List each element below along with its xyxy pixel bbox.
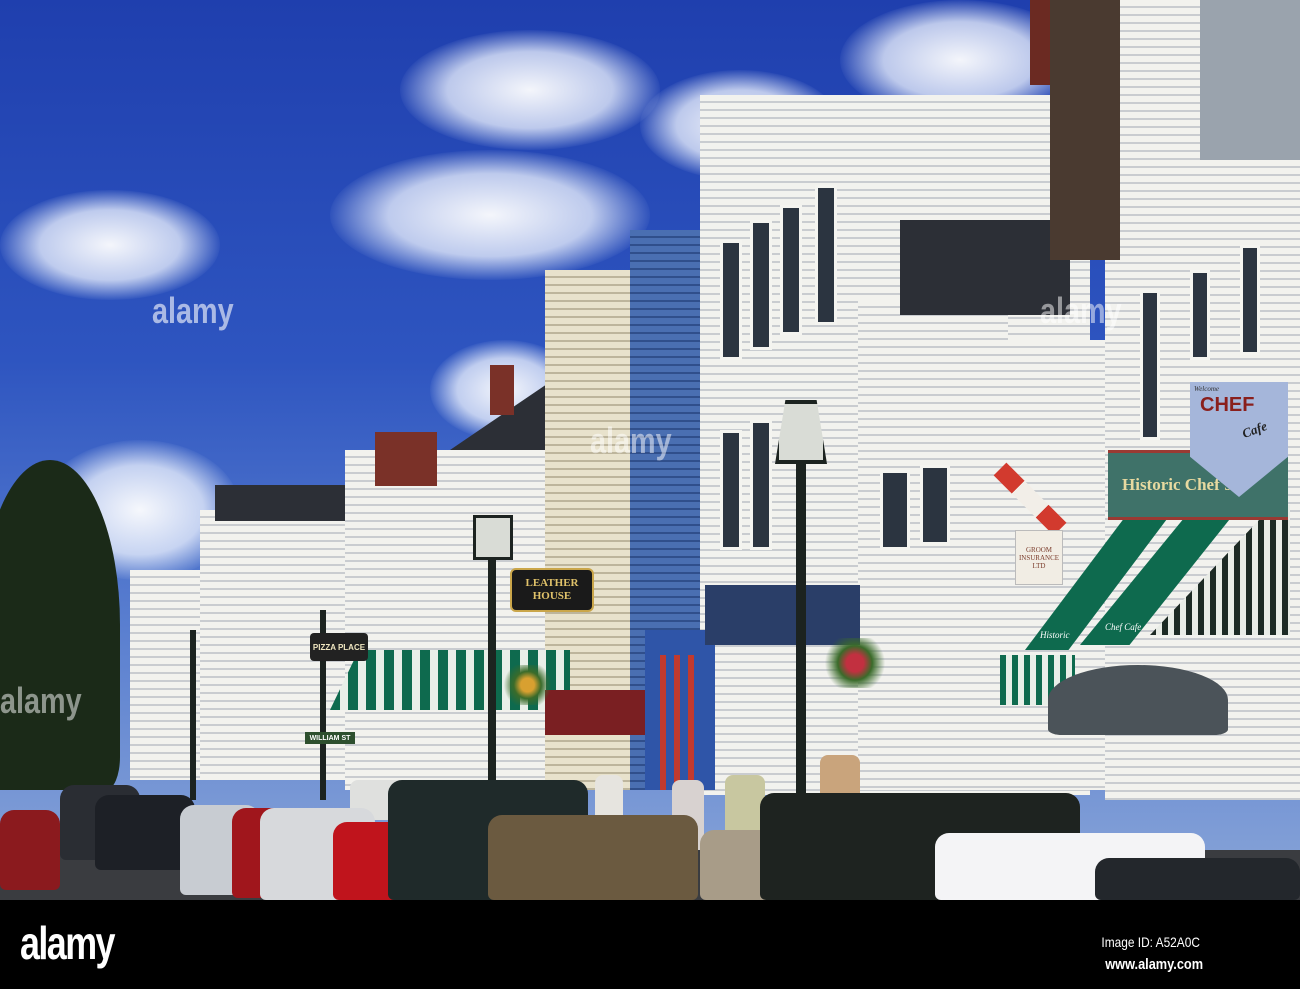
footer-bar: alamy Image ID: A52A0C www.alamy.com [0, 900, 1300, 989]
window [750, 420, 772, 550]
sign-text: PIZZA PLACE [312, 642, 366, 652]
awning-text: Historic [1040, 630, 1070, 640]
car [488, 815, 698, 900]
site-url: www.alamy.com [1105, 956, 1203, 973]
metal-roof [1200, 0, 1300, 160]
lamp-post [796, 460, 806, 820]
sign-text: GROOM INSURANCE LTD [1018, 545, 1060, 570]
sign-text: Cafe [1240, 418, 1269, 441]
cloud [330, 150, 650, 280]
awning-text: Chef Cafe [1105, 622, 1142, 632]
alamy-logo: alamy [20, 917, 116, 969]
car [0, 810, 60, 890]
window [750, 220, 772, 350]
window [1190, 270, 1210, 360]
storefront-columns [660, 655, 700, 790]
chimney [490, 365, 514, 415]
sign-text: CHEF [1200, 394, 1255, 416]
cloud [400, 30, 660, 150]
pizza-place-sign: PIZZA PLACE [310, 633, 368, 661]
sign-text: Historic Chef's [1122, 475, 1232, 494]
watermark: alamy [152, 290, 234, 331]
image-id: Image ID: A52A0C [1101, 934, 1200, 950]
window [920, 465, 950, 545]
storefront-sign-band [705, 585, 860, 645]
watermark-repeat: alamy [0, 680, 82, 721]
building-white [345, 450, 575, 790]
window [1240, 245, 1260, 355]
cloud [0, 190, 220, 300]
groom-insurance-sign: GROOM INSURANCE LTD [1015, 530, 1063, 585]
window [1140, 290, 1160, 440]
leather-house-sign: LEATHER HOUSE [510, 568, 594, 612]
street-sign: WILLIAM ST [305, 732, 355, 744]
street-lamp [473, 515, 513, 560]
sign-text: LEATHER HOUSE [525, 576, 579, 602]
car [1095, 858, 1300, 900]
flower-basket [820, 638, 890, 688]
patio-umbrella [1048, 665, 1228, 735]
lamp-post [190, 630, 196, 800]
sign-text: Welcome [1194, 385, 1220, 393]
street-photo: LEATHER HOUSE PIZZA PLACE WILLIAM ST His… [0, 0, 1300, 900]
watermark-repeat: alamy [590, 420, 672, 461]
window [880, 470, 910, 550]
watermark-repeat: alamy [1040, 290, 1122, 331]
window [780, 205, 802, 335]
awning-red [545, 690, 645, 735]
window [815, 185, 837, 325]
window [720, 240, 742, 360]
sign-text: WILLIAM ST [309, 734, 351, 742]
chimney [375, 432, 437, 486]
window [720, 430, 742, 550]
roof-edge [1050, 0, 1120, 260]
flower-basket [500, 665, 555, 705]
lamp-post [488, 555, 496, 780]
